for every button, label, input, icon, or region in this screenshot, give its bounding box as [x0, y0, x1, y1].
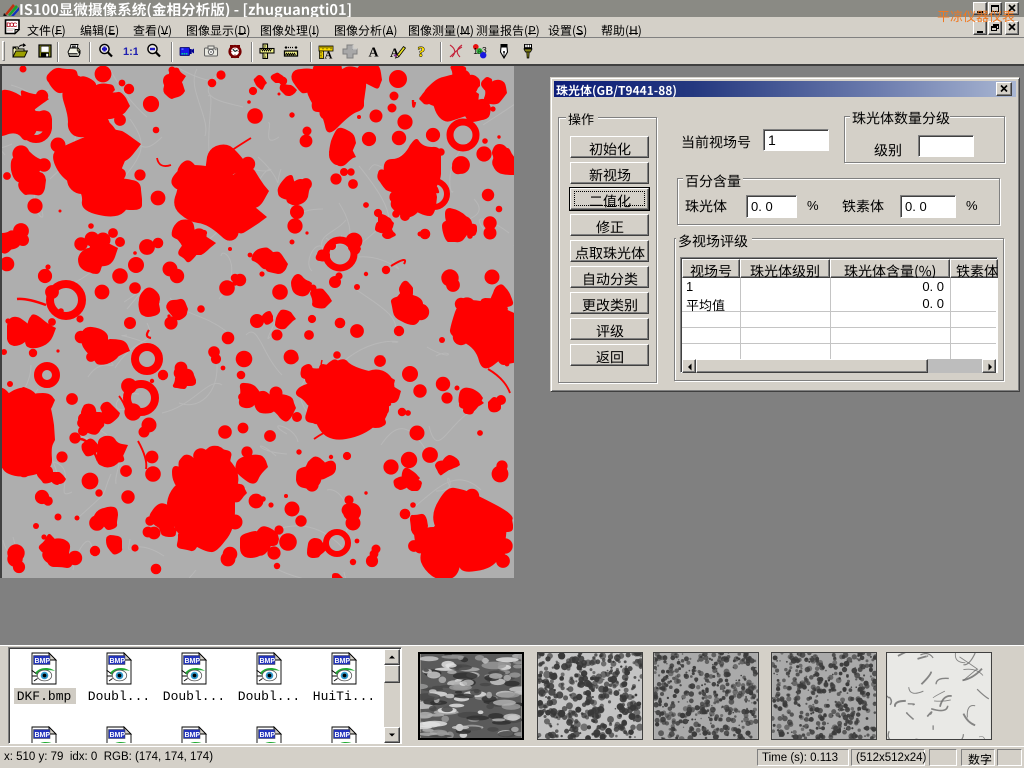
svg-text:BMP: BMP: [185, 732, 201, 739]
svg-text:BMP: BMP: [260, 732, 276, 739]
svg-text:A: A: [325, 50, 333, 60]
svg-text:1:1: 1:1: [123, 46, 138, 58]
svg-text:A: A: [369, 46, 380, 60]
svg-text:BMP: BMP: [35, 732, 51, 739]
svg-text:BMP: BMP: [335, 732, 351, 739]
svg-text:?: ?: [418, 45, 426, 60]
svg-text:BMP: BMP: [110, 732, 126, 739]
svg-text:A: A: [390, 45, 400, 59]
svg-text:DOC: DOC: [6, 22, 17, 29]
